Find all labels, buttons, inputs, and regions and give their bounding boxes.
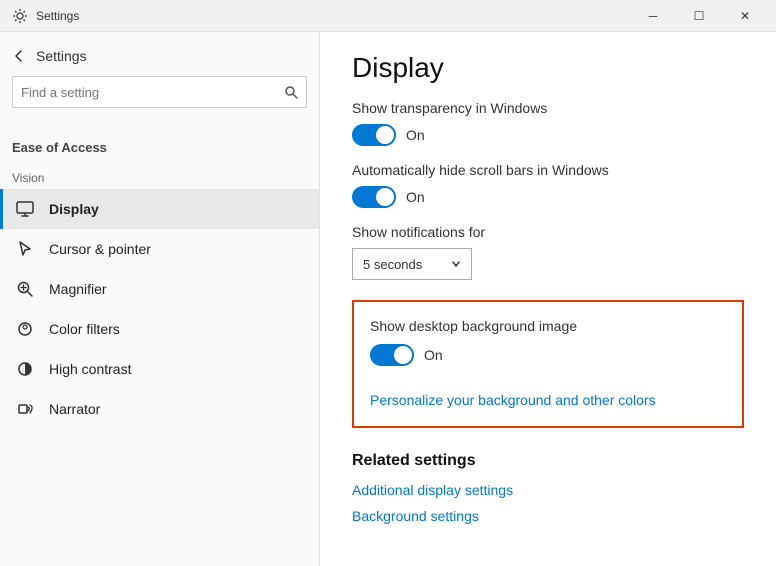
chevron-down-icon [451, 259, 461, 269]
notifications-dropdown-row: 5 seconds [352, 248, 744, 280]
magnifier-icon [15, 279, 35, 299]
sidebar-item-cursor[interactable]: Cursor & pointer [0, 229, 319, 269]
search-icon [284, 85, 298, 99]
sidebar-item-narrator[interactable]: Narrator [0, 389, 319, 429]
back-icon [12, 49, 26, 63]
search-box[interactable] [12, 76, 307, 108]
high-contrast-label: High contrast [49, 361, 131, 377]
title-bar: Settings ─ ☐ ✕ [0, 0, 776, 32]
sidebar-item-display[interactable]: Display [0, 189, 319, 229]
narrator-label: Narrator [49, 401, 100, 417]
settings-app-icon [12, 8, 28, 24]
section-label: Ease of Access [0, 132, 319, 159]
magnifier-label: Magnifier [49, 281, 107, 297]
title-bar-title: Settings [36, 9, 79, 23]
additional-display-link[interactable]: Additional display settings [352, 482, 744, 498]
cursor-icon [15, 239, 35, 259]
related-settings-title: Related settings [352, 452, 744, 470]
scrollbars-state: On [406, 189, 425, 205]
sidebar-item-high-contrast[interactable]: High contrast [0, 349, 319, 389]
transparency-toggle-row: On [352, 124, 744, 146]
scrollbars-label: Automatically hide scroll bars in Window… [352, 162, 744, 178]
sidebar-item-magnifier[interactable]: Magnifier [0, 269, 319, 309]
vision-label: Vision [0, 159, 319, 189]
scrollbars-toggle[interactable] [352, 186, 396, 208]
sidebar-item-color-filters[interactable]: Color filters [0, 309, 319, 349]
app-body: Settings Ease of Access Vision [0, 32, 776, 566]
desktop-bg-toggle[interactable] [370, 344, 414, 366]
back-label: Settings [36, 48, 87, 64]
sidebar-top: Settings [0, 32, 319, 132]
color-filters-label: Color filters [49, 321, 120, 337]
transparency-label: Show transparency in Windows [352, 100, 744, 116]
transparency-state: On [406, 127, 425, 143]
close-button[interactable]: ✕ [722, 0, 768, 32]
desktop-background-box: Show desktop background image On Persona… [352, 300, 744, 428]
narrator-icon [15, 399, 35, 419]
color-filters-icon [15, 319, 35, 339]
dropdown-value: 5 seconds [363, 257, 422, 272]
cursor-label: Cursor & pointer [49, 241, 151, 257]
display-label: Display [49, 201, 99, 217]
maximize-button[interactable]: ☐ [676, 0, 722, 32]
notifications-label: Show notifications for [352, 224, 744, 240]
display-icon [15, 199, 35, 219]
notifications-dropdown[interactable]: 5 seconds [352, 248, 472, 280]
background-settings-link[interactable]: Background settings [352, 508, 744, 524]
content-area: Display Show transparency in Windows On … [320, 32, 776, 566]
desktop-bg-label: Show desktop background image [370, 318, 726, 334]
sidebar: Settings Ease of Access Vision [0, 32, 320, 566]
transparency-toggle[interactable] [352, 124, 396, 146]
title-bar-controls: ─ ☐ ✕ [630, 0, 768, 32]
desktop-bg-state: On [424, 347, 443, 363]
title-bar-left: Settings [12, 8, 79, 24]
high-contrast-icon [15, 359, 35, 379]
scrollbars-toggle-row: On [352, 186, 744, 208]
search-input[interactable] [21, 85, 278, 100]
desktop-bg-toggle-row: On [370, 344, 726, 366]
back-button[interactable]: Settings [12, 48, 87, 64]
personalize-link[interactable]: Personalize your background and other co… [370, 392, 656, 408]
page-title: Display [352, 52, 744, 84]
minimize-button[interactable]: ─ [630, 0, 676, 32]
